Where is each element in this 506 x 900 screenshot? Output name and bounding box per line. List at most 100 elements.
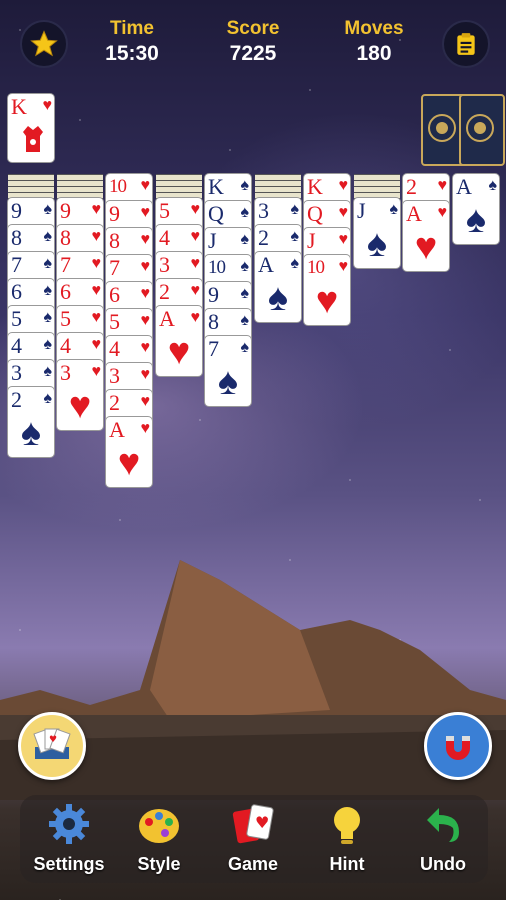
tableau-card[interactable]: J ♠ ♠ (354, 198, 400, 268)
card-suit: ♥ (140, 312, 151, 329)
magnet-icon (446, 736, 470, 760)
gear-icon (49, 804, 89, 844)
card-suit: ♥ (338, 258, 349, 275)
king-figure-icon (23, 126, 43, 152)
settings-button[interactable]: Settings (24, 800, 114, 875)
card-suit: ♥ (140, 285, 151, 302)
card-rank: A (456, 174, 472, 199)
undo-button[interactable]: Undo (398, 800, 488, 875)
tableau-card[interactable]: A ♠ ♠ (255, 252, 301, 322)
game-button[interactable]: ♥ Game (208, 800, 298, 875)
card-suit: ♠ (488, 177, 498, 194)
card-rank: 3 (109, 363, 120, 388)
card-center-suit: ♠ (267, 277, 289, 319)
card-suit: ♥ (91, 363, 102, 380)
card-suit: ♥ (190, 282, 201, 299)
card-suit: ♥ (91, 201, 102, 218)
card-rank: 6 (109, 282, 120, 307)
card-suit: ♠ (43, 309, 53, 326)
card-rank: 5 (60, 306, 71, 331)
magnet-button[interactable] (424, 712, 492, 780)
card-suit: ♥ (190, 228, 201, 245)
card-suit: ♥ (437, 177, 448, 194)
card-suit: ♥ (190, 201, 201, 218)
tableau-card[interactable]: 10 ♥ ♥ (304, 255, 350, 325)
game-label: Game (227, 854, 279, 874)
undo-label: Undo (420, 854, 466, 874)
card-center-suit: ♠ (465, 199, 487, 241)
card-suit: ♠ (43, 228, 53, 245)
card-rank: 4 (11, 333, 22, 358)
achievements-button[interactable] (20, 20, 68, 68)
svg-text:♥: ♥ (255, 813, 269, 832)
card-rank: 9 (208, 282, 219, 307)
card-suit: ♥ (140, 393, 151, 410)
card-rank: 5 (11, 306, 22, 331)
card-rank: 9 (109, 201, 120, 226)
card-rank: K (208, 174, 224, 199)
card-fan-icon: ♥ (33, 728, 71, 759)
card-suit: ♥ (140, 339, 151, 356)
lightbulb-icon (334, 807, 360, 844)
card-rank: 5 (159, 198, 170, 223)
daily-challenge-button[interactable]: ♥ (18, 712, 86, 780)
card-rank: A (159, 306, 175, 331)
card-rank: 3 (11, 360, 22, 385)
card-suit: ♥ (190, 309, 201, 326)
foundation-card: K ♥ (8, 94, 54, 162)
stock-card-back (459, 94, 505, 166)
tableau-card[interactable]: 3 ♥ ♥ (57, 360, 103, 430)
stock-pile[interactable] (421, 94, 505, 166)
tableau-card[interactable]: A ♥ ♥ (106, 417, 152, 487)
card-suit: ♠ (240, 231, 250, 248)
foundation-suit: ♥ (42, 97, 53, 114)
moves-stat: Moves 180 (324, 18, 424, 66)
hint-button[interactable]: Hint (302, 800, 392, 875)
style-button[interactable]: Style (114, 800, 204, 875)
card-rank: 8 (60, 225, 71, 250)
settings-label: Settings (33, 854, 105, 874)
card-suit: ♠ (290, 255, 300, 272)
card-rank: 10 (109, 176, 127, 197)
card-suit: ♠ (240, 177, 250, 194)
moves-label: Moves (344, 18, 404, 39)
tableau-card[interactable]: 2 ♠ ♠ (8, 387, 54, 457)
clipboard-icon (457, 33, 475, 55)
tableau-card[interactable]: A ♥ ♥ (403, 201, 449, 271)
card-rank: 9 (11, 198, 22, 223)
card-suit: ♥ (338, 231, 349, 248)
card-rank: 8 (11, 225, 22, 250)
card-center-suit: ♥ (414, 226, 438, 268)
card-suit: ♠ (290, 228, 300, 245)
star-icon (30, 30, 58, 57)
card-rank: J (357, 198, 366, 223)
card-center-suit: ♥ (68, 385, 92, 427)
card-rank: 7 (11, 252, 22, 277)
card-suit: ♥ (140, 420, 151, 437)
top-bar: Time 15:30 Score 7225 Moves 180 (0, 0, 506, 80)
card-suit: ♠ (43, 336, 53, 353)
card-suit: ♠ (240, 204, 250, 221)
tableau-card[interactable]: A ♠ ♠ (453, 174, 499, 244)
tableau-card[interactable]: A ♥ ♥ (156, 306, 202, 376)
card-rank: K (307, 174, 323, 199)
time-label: Time (109, 18, 154, 39)
card-suit: ♥ (91, 309, 102, 326)
tableau-card[interactable]: 7 ♠ ♠ (205, 336, 251, 406)
card-rank: J (307, 228, 316, 253)
card-rank: 7 (60, 252, 71, 277)
card-suit: ♥ (140, 258, 151, 275)
card-suit: ♥ (338, 177, 349, 194)
card-center-suit: ♥ (315, 280, 339, 322)
card-rank: 5 (109, 309, 120, 334)
palette-icon (139, 809, 179, 843)
card-rank: 4 (60, 333, 71, 358)
card-rank: A (109, 417, 125, 442)
hint-label: Hint (329, 854, 365, 874)
card-suit: ♥ (437, 204, 448, 221)
tasks-button[interactable] (442, 20, 490, 68)
score-label: Score (226, 18, 280, 39)
card-suit: ♠ (389, 201, 399, 218)
card-rank: 7 (208, 336, 219, 361)
card-suit: ♠ (240, 339, 250, 356)
